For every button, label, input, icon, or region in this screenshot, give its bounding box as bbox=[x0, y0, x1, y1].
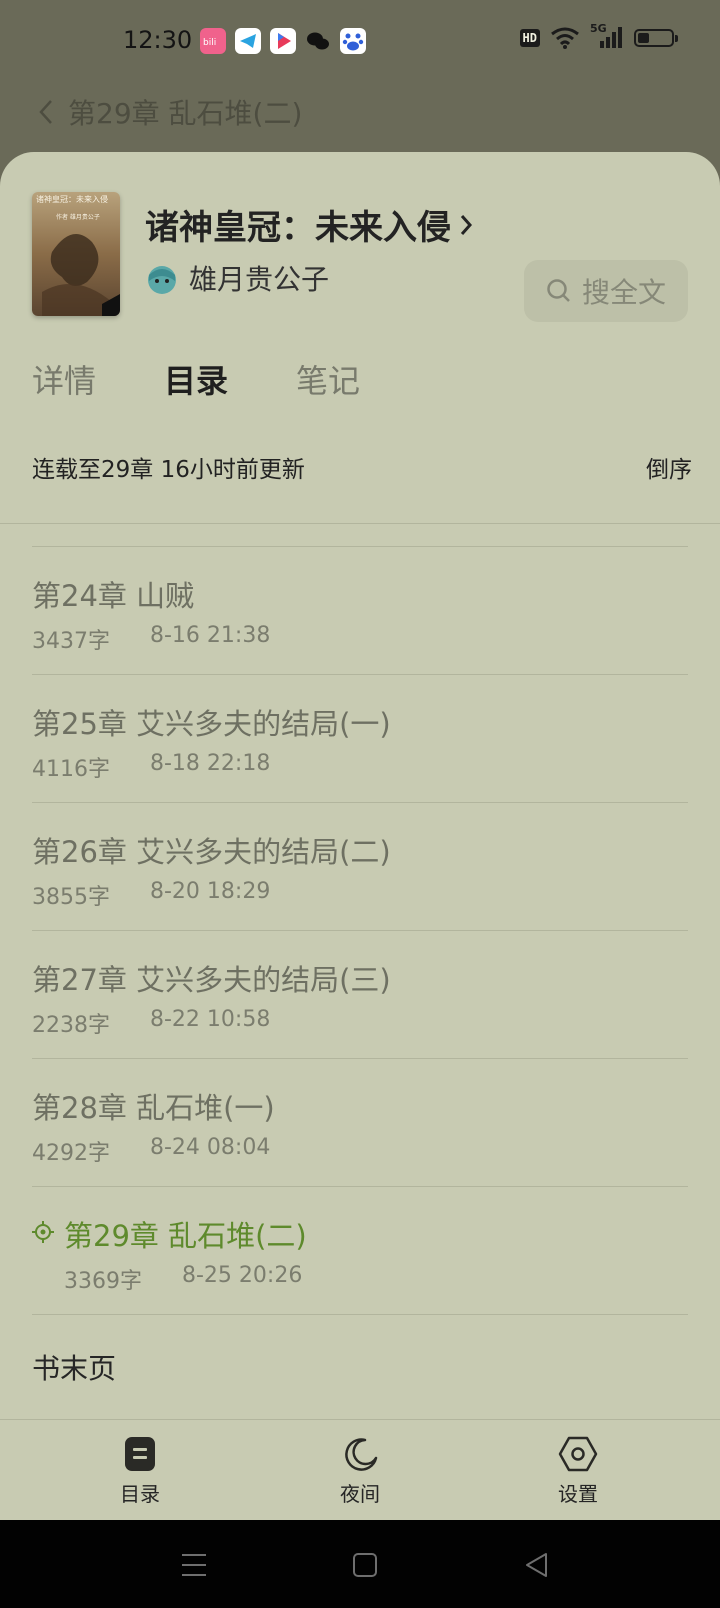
chapter-meta: 4292字 8-24 08:04 bbox=[32, 1135, 270, 1167]
author-row[interactable]: 雄月贵公子 bbox=[145, 258, 329, 298]
chapter-meta: 3437字 8-16 21:38 bbox=[32, 623, 270, 655]
book-end-item[interactable]: 书末页 bbox=[32, 1314, 688, 1411]
chapter-date: 8-20 18:29 bbox=[150, 879, 271, 904]
video-app-icon bbox=[270, 28, 296, 54]
author-name: 雄月贵公子 bbox=[189, 263, 330, 296]
chapter-date: 8-18 22:18 bbox=[150, 751, 271, 776]
chapter-list: 第24章 山贼 3437字 8-16 21:38 第25章 艾兴多夫的结局(一)… bbox=[32, 546, 688, 1411]
nav-settings-button[interactable]: 设置 bbox=[518, 1436, 638, 1507]
chapter-title: 第29章 乱石堆(二) bbox=[64, 1219, 307, 1253]
chapter-date: 8-25 20:26 bbox=[182, 1263, 303, 1288]
chapter-title: 第24章 山贼 bbox=[32, 579, 195, 613]
chapter-word-count: 4116字 bbox=[32, 757, 110, 782]
chapter-meta: 3855字 8-20 18:29 bbox=[32, 879, 270, 911]
cover-title-text: 诸神皇冠：未来入侵 bbox=[36, 195, 108, 204]
status-bar: 12:30 bili HD 5G bbox=[0, 0, 720, 84]
book-cover[interactable]: 诸神皇冠：未来入侵 作者 雄月贵公子 bbox=[32, 192, 120, 316]
status-time: 12:30 bbox=[123, 26, 193, 54]
chapter-meta: 2238字 8-22 10:58 bbox=[32, 1007, 270, 1039]
moon-icon bbox=[345, 1438, 378, 1471]
chapter-title: 第25章 艾兴多夫的结局(一) bbox=[32, 707, 391, 741]
chapter-word-count: 4292字 bbox=[32, 1141, 110, 1166]
tab-notes[interactable]: 笔记 bbox=[296, 356, 360, 402]
home-icon[interactable] bbox=[352, 1552, 378, 1578]
wechat-icon bbox=[305, 28, 331, 54]
nav-night-mode-button[interactable]: 夜间 bbox=[300, 1436, 420, 1507]
menu-icon[interactable] bbox=[180, 1552, 208, 1578]
chapter-item[interactable]: 第28章 乱石堆(一) 4292字 8-24 08:04 bbox=[32, 1058, 688, 1186]
chapter-item-current[interactable]: 第29章 乱石堆(二) 3369字 8-25 20:26 bbox=[32, 1186, 688, 1314]
settings-hexagon-icon bbox=[558, 1436, 598, 1472]
tab-bar: 详情 目录 笔记 bbox=[32, 356, 360, 402]
status-right: HD 5G bbox=[519, 22, 678, 50]
bilibili-icon: bili bbox=[200, 28, 226, 54]
reader-chapter-title: 第29章 乱石堆(二) bbox=[68, 97, 303, 130]
cover-author-text: 作者 雄月贵公子 bbox=[56, 214, 100, 221]
chapter-item[interactable]: 第27章 艾兴多夫的结局(三) 2238字 8-22 10:58 bbox=[32, 930, 688, 1058]
author-avatar bbox=[145, 261, 179, 295]
reader-header[interactable]: 第29章 乱石堆(二) bbox=[38, 92, 302, 132]
chapter-date: 8-16 21:38 bbox=[150, 623, 271, 648]
wifi-icon bbox=[551, 27, 579, 49]
book-title-link[interactable]: 诸神皇冠：未来入侵 bbox=[145, 200, 473, 249]
chapter-word-count: 2238字 bbox=[32, 1013, 110, 1038]
catalog-sheet: 诸神皇冠：未来入侵 作者 雄月贵公子 诸神皇冠：未来入侵 雄月贵公子 搜全文 详… bbox=[0, 152, 720, 1520]
search-fulltext-button[interactable]: 搜全文 bbox=[524, 260, 688, 322]
bottom-nav: 目录 夜间 设置 bbox=[0, 1420, 720, 1520]
tab-catalog[interactable]: 目录 bbox=[164, 356, 228, 402]
chapter-title: 第27章 艾兴多夫的结局(三) bbox=[32, 963, 391, 997]
chapter-word-count: 3855字 bbox=[32, 885, 110, 910]
nav-catalog-button[interactable]: 目录 bbox=[80, 1436, 200, 1507]
chapter-word-count: 3369字 bbox=[64, 1269, 142, 1294]
chapter-title: 第28章 乱石堆(一) bbox=[32, 1091, 275, 1125]
chapter-item[interactable]: 第24章 山贼 3437字 8-16 21:38 bbox=[32, 546, 688, 674]
chapter-meta: 4116字 8-18 22:18 bbox=[32, 751, 270, 783]
catalog-meta-row: 连载至29章 16小时前更新 倒序 bbox=[32, 450, 692, 484]
hd-badge: HD bbox=[519, 29, 540, 47]
search-label: 搜全文 bbox=[581, 276, 666, 309]
nav-label: 夜间 bbox=[340, 1482, 380, 1506]
battery-level bbox=[638, 33, 649, 43]
chapter-word-count: 3437字 bbox=[32, 629, 110, 654]
catalog-icon bbox=[125, 1437, 155, 1471]
chapter-item[interactable]: 第26章 艾兴多夫的结局(二) 3855字 8-20 18:29 bbox=[32, 802, 688, 930]
battery-icon bbox=[634, 29, 678, 47]
serial-status: 连载至29章 16小时前更新 bbox=[32, 457, 305, 483]
system-nav-bar bbox=[0, 1520, 720, 1608]
chapter-date: 8-22 10:58 bbox=[150, 1007, 271, 1032]
chevron-right-icon bbox=[460, 214, 473, 235]
telegram-icon bbox=[235, 28, 261, 54]
divider bbox=[0, 523, 720, 524]
book-title: 诸神皇冠：未来入侵 bbox=[145, 208, 451, 248]
book-end-label: 书末页 bbox=[32, 1352, 117, 1385]
current-location-icon bbox=[32, 1221, 54, 1243]
nav-label: 设置 bbox=[558, 1482, 598, 1506]
baidu-icon bbox=[340, 28, 366, 54]
back-chevron-icon[interactable] bbox=[38, 98, 54, 126]
back-icon[interactable] bbox=[524, 1552, 550, 1578]
tab-details[interactable]: 详情 bbox=[32, 356, 96, 402]
signal-icon: 5G bbox=[590, 22, 624, 50]
search-icon bbox=[547, 279, 570, 302]
nav-label: 目录 bbox=[120, 1482, 160, 1506]
chapter-title: 第26章 艾兴多夫的结局(二) bbox=[32, 835, 391, 869]
chapter-item[interactable]: 第25章 艾兴多夫的结局(一) 4116字 8-18 22:18 bbox=[32, 674, 688, 802]
book-cover-art bbox=[32, 192, 120, 316]
sort-order-button[interactable]: 倒序 bbox=[646, 450, 692, 484]
svg-text:bili: bili bbox=[203, 38, 216, 48]
chapter-date: 8-24 08:04 bbox=[150, 1135, 271, 1160]
chapter-meta: 3369字 8-25 20:26 bbox=[64, 1263, 302, 1295]
